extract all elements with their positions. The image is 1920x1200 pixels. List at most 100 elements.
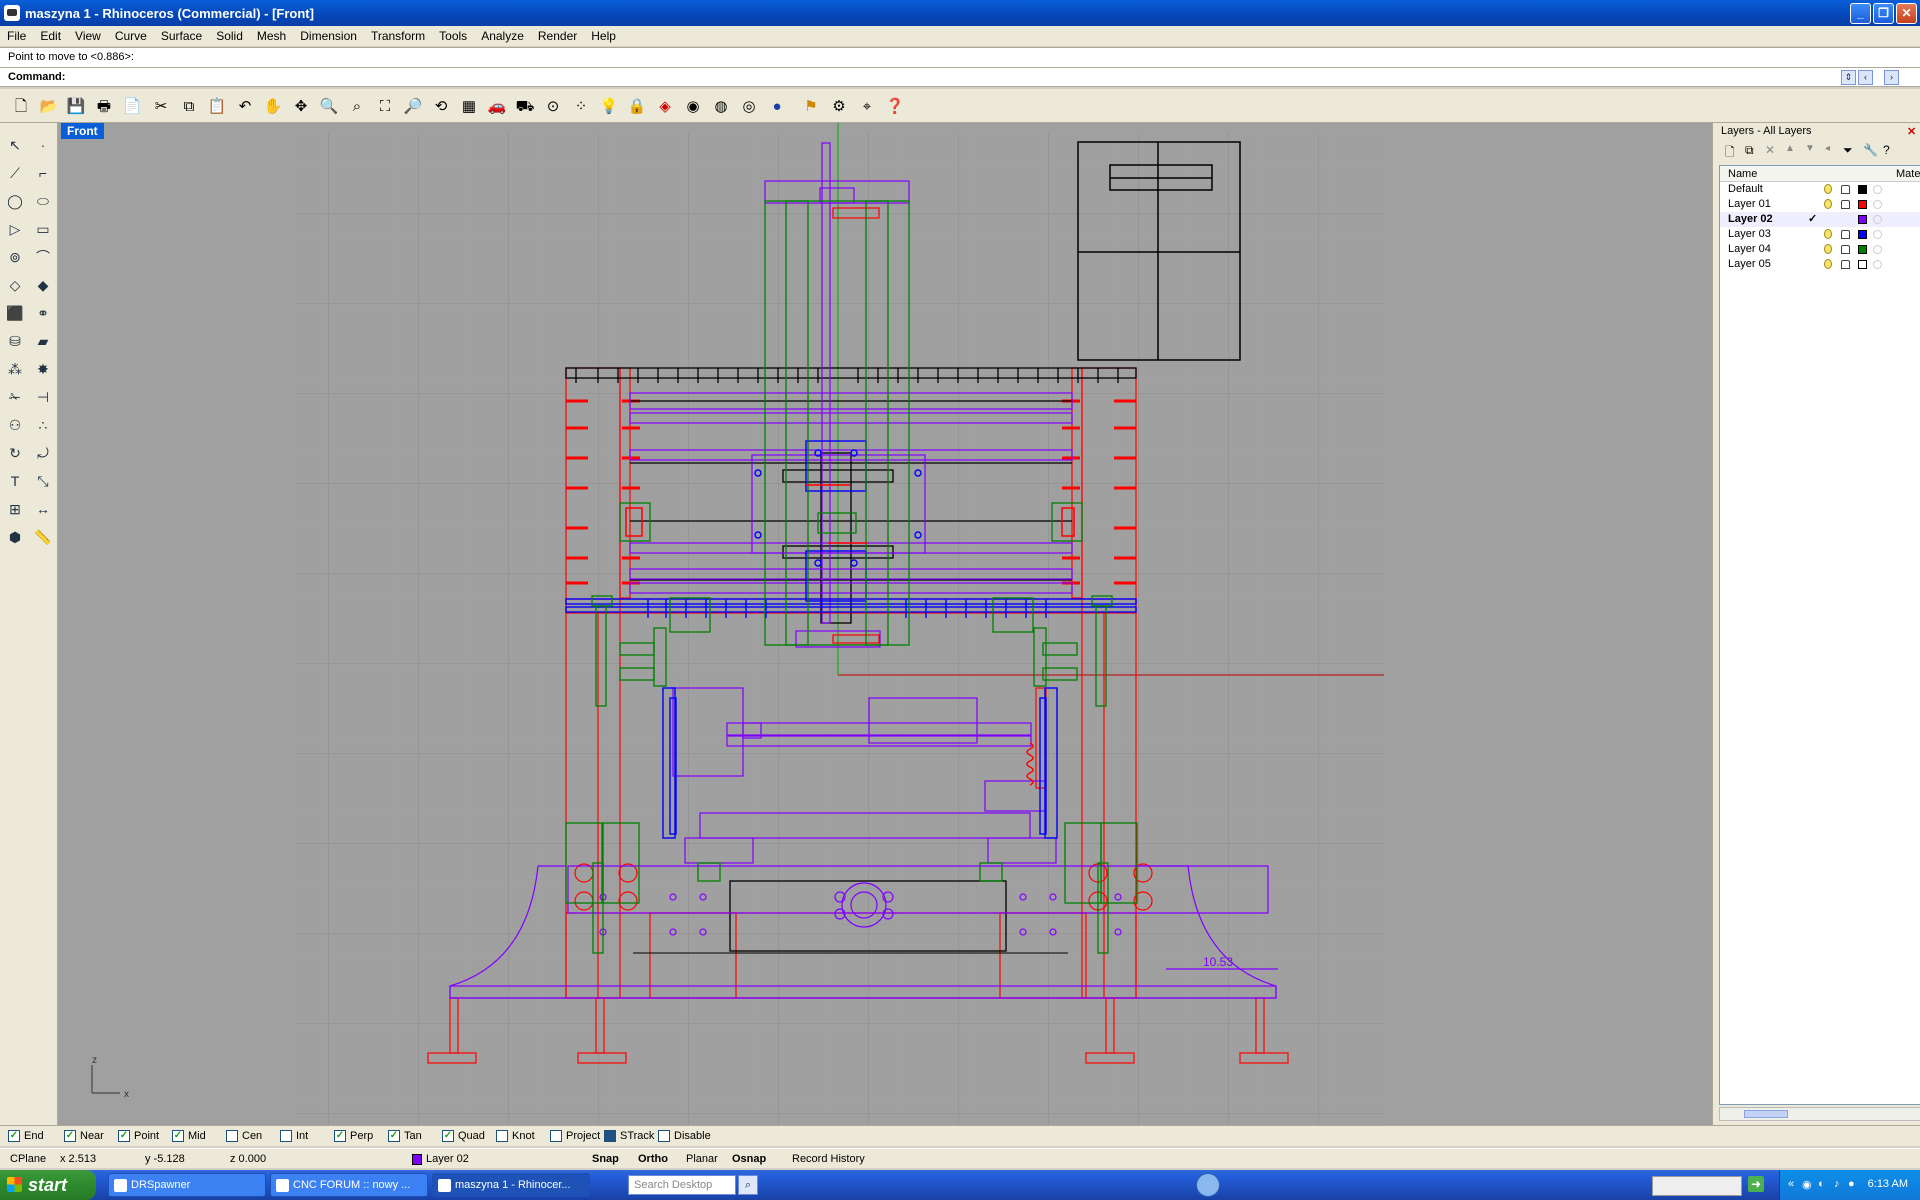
filter-icon[interactable]: ⏷ — [1843, 143, 1853, 158]
layer-list-scrollbar[interactable] — [1719, 1107, 1920, 1121]
extrude-icon[interactable]: ▰ — [31, 329, 55, 353]
osnap-perp[interactable]: ✓ Perp — [334, 1130, 373, 1142]
scale-icon[interactable]: ⤡ — [31, 469, 55, 493]
select-points-icon[interactable]: ⊙ — [542, 95, 564, 117]
undo-icon[interactable]: ↶ — [234, 95, 256, 117]
search-desktop-input[interactable]: Search Desktop — [628, 1175, 736, 1195]
menu-surface[interactable]: Surface — [154, 29, 209, 43]
curve-cv-icon[interactable]: ⌐ — [31, 161, 55, 185]
layer-lock-icon[interactable] — [1841, 185, 1850, 194]
explode-icon[interactable]: ✸ — [31, 357, 55, 381]
current-layer[interactable]: Layer 02 — [426, 1153, 469, 1165]
zoom-extents-icon[interactable]: ⛶ — [374, 95, 396, 117]
layer-color-swatch[interactable] — [1858, 215, 1867, 224]
layer-visible-icon[interactable] — [1824, 259, 1832, 269]
tray-icon[interactable]: ◉ — [1802, 1178, 1812, 1191]
viewport-title[interactable]: Front — [61, 123, 104, 139]
osnap-tan[interactable]: ✓ Tan — [388, 1130, 422, 1142]
mesh-icon[interactable]: ⁂ — [3, 357, 27, 381]
menu-file[interactable]: File — [0, 29, 33, 43]
layer-row[interactable]: Layer 03 — [1720, 227, 1920, 242]
layer-color-swatch[interactable] — [1858, 230, 1867, 239]
layer-material-header[interactable]: Mate — [1896, 168, 1920, 180]
new-file-icon[interactable]: 🗋 — [10, 95, 32, 117]
pan-hand-icon[interactable]: ✋ — [262, 95, 284, 117]
text-icon[interactable]: T — [3, 469, 27, 493]
scroll-thumb[interactable] — [1744, 1110, 1788, 1118]
layer-name-header[interactable]: Name — [1728, 168, 1757, 180]
layer-visible-icon[interactable] — [1824, 229, 1832, 239]
cad-drawing[interactable]: 10.53 z x — [58, 123, 1712, 1125]
osnap-knot[interactable]: Knot — [496, 1130, 535, 1142]
menu-transform[interactable]: Transform — [364, 29, 432, 43]
box-icon[interactable]: ⬛ — [3, 301, 27, 325]
grid-car-icon[interactable]: ⛟ — [514, 95, 536, 117]
zoom-window-icon[interactable]: ⌕ — [346, 95, 368, 117]
render-sphere-icon[interactable]: ● — [766, 95, 788, 117]
osnap-mid[interactable]: ✓ Mid — [172, 1130, 206, 1142]
menu-view[interactable]: View — [68, 29, 108, 43]
menu-help[interactable]: Help — [584, 29, 623, 43]
volume-icon[interactable]: ♪ — [1834, 1178, 1840, 1190]
osnap-near[interactable]: ✓ Near — [64, 1130, 104, 1142]
menu-render[interactable]: Render — [531, 29, 584, 43]
menu-edit[interactable]: Edit — [33, 29, 68, 43]
menu-curve[interactable]: Curve — [108, 29, 154, 43]
layer-material-icon[interactable] — [1873, 200, 1882, 209]
options-gear-icon[interactable]: ⚙ — [828, 95, 850, 117]
close-button[interactable]: ✕ — [1896, 3, 1917, 24]
menu-solid[interactable]: Solid — [209, 29, 250, 43]
cylinder-icon[interactable]: ⛁ — [3, 329, 27, 353]
split-icon[interactable]: ⊣ — [31, 385, 55, 409]
four-viewports-icon[interactable]: ▦ — [458, 95, 480, 117]
open-file-icon[interactable]: 📂 — [38, 95, 60, 117]
help-icon[interactable]: ❓ — [884, 95, 906, 117]
layer-row[interactable]: Layer 04 — [1720, 242, 1920, 257]
menu-tools[interactable]: Tools — [432, 29, 474, 43]
layer-row[interactable]: Default — [1720, 182, 1920, 197]
planar-toggle[interactable]: Planar — [686, 1153, 718, 1165]
move-view-icon[interactable]: ✥ — [290, 95, 312, 117]
record-history-toggle[interactable]: Record History — [792, 1153, 865, 1165]
layer-lock-icon[interactable] — [1841, 200, 1850, 209]
layer-lock-icon[interactable] — [1841, 245, 1850, 254]
delete-layer-icon[interactable]: ✕ — [1765, 143, 1775, 157]
ungroup-icon[interactable]: ∴ — [31, 413, 55, 437]
dimension-icon[interactable]: ↔ — [31, 497, 55, 521]
solid-box-icon[interactable]: ⬢ — [3, 525, 27, 549]
layer-material-icon[interactable] — [1873, 260, 1882, 269]
snap-toggle[interactable]: Snap — [592, 1153, 619, 1165]
layer-visible-icon[interactable] — [1824, 199, 1832, 209]
point-icon[interactable]: · — [31, 133, 55, 157]
osnap-toggle[interactable]: Osnap — [732, 1153, 766, 1165]
layer-visible-icon[interactable] — [1824, 244, 1832, 254]
points-on-icon[interactable]: ⁘ — [570, 95, 592, 117]
layer-lock-icon[interactable] — [1841, 260, 1850, 269]
osnap-project[interactable]: Project — [550, 1130, 600, 1142]
shaded-sphere-icon[interactable]: ◎ — [738, 95, 760, 117]
task-rhinoceros[interactable]: maszyna 1 - Rhinocer... — [432, 1173, 590, 1197]
circle-icon[interactable]: ◯ — [3, 189, 27, 213]
layer-row[interactable]: Layer 05 — [1720, 257, 1920, 272]
rectangle-icon[interactable]: ▭ — [31, 217, 55, 241]
layer-color-swatch[interactable] — [1858, 185, 1867, 194]
search-icon[interactable]: ⌕ — [738, 1175, 758, 1195]
polygon-icon[interactable]: ▷ — [3, 217, 27, 241]
array-icon[interactable]: ⊞ — [3, 497, 27, 521]
color-wheel-icon[interactable]: ◉ — [682, 95, 704, 117]
print-icon[interactable]: 🖶 — [93, 95, 115, 117]
osnap-point[interactable]: ✓ Point — [118, 1130, 159, 1142]
rotate-view-icon[interactable]: ⟲ — [430, 95, 452, 117]
rotate-icon[interactable]: ↻ — [3, 441, 27, 465]
group-icon[interactable]: ⚇ — [3, 413, 27, 437]
layer-color-swatch[interactable] — [1858, 200, 1867, 209]
layer-icon[interactable]: ◈ — [654, 95, 676, 117]
new-sublayer-icon[interactable]: ⧉ — [1745, 143, 1754, 158]
network-globe-icon[interactable] — [1196, 1173, 1220, 1197]
layer-material-icon[interactable] — [1873, 185, 1882, 194]
help-icon[interactable]: ? — [1883, 143, 1890, 157]
zoom-icon[interactable]: 🔍 — [318, 95, 340, 117]
command-back-icon[interactable]: ‹ — [1858, 70, 1873, 85]
wireframe-sphere-icon[interactable]: ◍ — [710, 95, 732, 117]
osnap-disable[interactable]: Disable — [658, 1130, 711, 1142]
